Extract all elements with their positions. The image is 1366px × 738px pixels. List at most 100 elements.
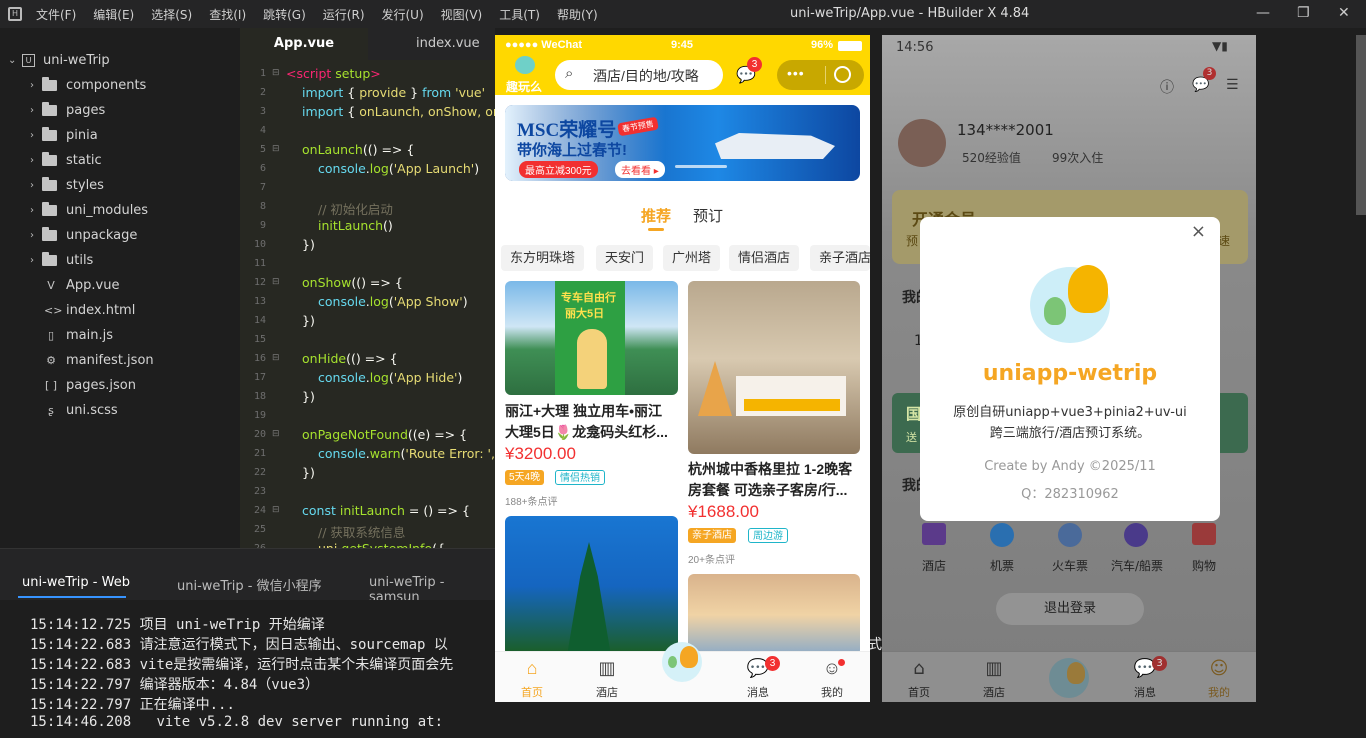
chip[interactable]: 广州塔 <box>663 245 721 271</box>
menu-edit[interactable]: 编辑(E) <box>93 6 134 23</box>
home-icon[interactable]: ⌂ <box>894 658 944 679</box>
tree-folder[interactable]: › pinia <box>30 123 98 148</box>
tree-project-root[interactable]: ⌄ U uni-weTrip <box>8 48 110 73</box>
code-editor[interactable]: 1 2 3 4 5 6 7 8 9 10 11 12 13 14 15 16 1… <box>240 60 495 550</box>
close-icon[interactable]: × <box>1191 221 1206 242</box>
tree-file[interactable]: ▯ main.js <box>44 323 113 348</box>
fold-icon[interactable]: ⊟ <box>272 429 280 439</box>
tab-mine[interactable]: 我的 <box>807 684 857 700</box>
card-title[interactable]: 杭州城中香格里拉 1-2晚客房套餐 可选亲子客房/行... <box>688 459 860 501</box>
tree-folder[interactable]: › styles <box>30 173 104 198</box>
tree-label: static <box>66 153 102 168</box>
hotel-icon[interactable]: ▥ <box>582 658 632 679</box>
center-balloon-icon[interactable] <box>1049 658 1089 698</box>
tab-message[interactable]: 消息 <box>733 684 783 700</box>
card-image-hotel[interactable] <box>688 281 860 454</box>
card-image-beach[interactable] <box>688 574 860 656</box>
tab-hotel[interactable]: 酒店 <box>969 684 1019 700</box>
fold-icon[interactable]: ⊟ <box>272 505 280 515</box>
card-title[interactable]: 丽江+大理 独立用车•丽江大理5日🌷龙龛码头红杉... <box>505 401 675 443</box>
home-icon[interactable]: ⌂ <box>507 658 557 679</box>
menu-find[interactable]: 查找(I) <box>209 6 246 23</box>
settings-icon[interactable]: ☰ <box>1226 77 1239 93</box>
seg-tab-booking[interactable]: 预订 <box>693 205 723 226</box>
battery-icon <box>838 41 862 51</box>
service-label: 酒店 <box>922 559 947 573</box>
menu-run[interactable]: 运行(R) <box>323 6 365 23</box>
menu-file[interactable]: 文件(F) <box>36 6 76 23</box>
capsule-menu[interactable]: ••• <box>777 60 864 90</box>
fold-icon[interactable]: ⊟ <box>272 353 280 363</box>
code-line: console.log('App Launch') <box>318 161 480 176</box>
avatar[interactable] <box>898 119 946 167</box>
tree-folder[interactable]: › uni_modules <box>30 198 148 223</box>
banner-title: MSC荣耀号 <box>517 120 617 141</box>
tree-folder[interactable]: › utils <box>30 248 93 273</box>
tab-message[interactable]: 消息 <box>1120 684 1170 700</box>
code-line: import { onLaunch, onShow, onHi <box>302 104 495 119</box>
card-image-lijiang[interactable]: 专车自由行 丽大5日 <box>505 281 678 395</box>
menu-publish[interactable]: 发行(U) <box>382 6 424 23</box>
promo-banner[interactable]: MSC荣耀号 春节预售 带你海上过春节! 最高立减300元 去看看 ▸ <box>505 105 860 181</box>
fold-icon[interactable]: ⊟ <box>272 68 280 78</box>
chip[interactable]: 情侣酒店 <box>729 245 800 271</box>
hotel-icon[interactable]: ▥ <box>969 658 1019 679</box>
user-icon[interactable]: ☺ <box>1194 658 1244 679</box>
user-icon[interactable]: ☺ <box>807 658 857 679</box>
line-number: 3 <box>259 106 266 117</box>
console-tab-web[interactable]: uni-weTrip - Web <box>22 575 130 590</box>
tab-mine[interactable]: 我的 <box>1194 684 1244 700</box>
active-tab-indicator <box>18 596 126 598</box>
scrollbar[interactable] <box>1356 35 1366 215</box>
code-line: }) <box>302 237 315 252</box>
restore-icon[interactable]: ❐ <box>1297 5 1310 21</box>
chip[interactable]: 亲子酒店 <box>810 245 870 271</box>
search-placeholder: 酒店/目的地/攻略 <box>593 68 699 84</box>
tree-file[interactable]: [ ] pages.json <box>44 373 136 398</box>
close-icon[interactable]: ✕ <box>1338 5 1350 21</box>
menu-tools[interactable]: 工具(T) <box>499 6 540 23</box>
bus-service-icon[interactable] <box>1124 523 1148 547</box>
more-icon[interactable]: ••• <box>787 65 805 81</box>
tree-file[interactable]: ⚙ manifest.json <box>44 348 154 373</box>
search-box[interactable]: ⌕ 酒店/目的地/攻略 <box>555 60 723 90</box>
tab-hotel[interactable]: 酒店 <box>582 684 632 700</box>
shopping-service-icon[interactable] <box>1192 523 1216 545</box>
fold-icon[interactable]: ⊟ <box>272 144 280 154</box>
chip[interactable]: 东方明珠塔 <box>501 245 585 271</box>
menu-goto[interactable]: 跳转(G) <box>263 6 306 23</box>
tree-file[interactable]: V App.vue <box>44 273 119 298</box>
log-time: 15:14:22.797 <box>30 677 132 693</box>
logout-button[interactable]: 退出登录 <box>996 593 1144 625</box>
flight-service-icon[interactable] <box>990 523 1014 547</box>
tree-label: main.js <box>66 328 113 343</box>
train-service-icon[interactable] <box>1058 523 1082 547</box>
card-image-tower[interactable] <box>505 516 678 656</box>
tab-home[interactable]: 首页 <box>894 684 944 700</box>
tree-folder[interactable]: › static <box>30 148 102 173</box>
banner-cta[interactable]: 去看看 ▸ <box>615 161 665 178</box>
tree-folder[interactable]: › pages <box>30 98 105 123</box>
tree-folder[interactable]: › components <box>30 73 146 98</box>
menu-help[interactable]: 帮助(Y) <box>557 6 598 23</box>
minimize-icon[interactable]: — <box>1256 5 1270 21</box>
seg-tab-recommend[interactable]: 推荐 <box>641 205 671 226</box>
fold-icon[interactable]: ⊟ <box>272 277 280 287</box>
tab-home[interactable]: 首页 <box>507 684 557 700</box>
hotel-service-icon[interactable] <box>922 523 946 545</box>
tree-folder[interactable]: › unpackage <box>30 223 137 248</box>
folder-icon <box>42 102 57 116</box>
console-tab-wechat[interactable]: uni-weTrip - 微信小程序 <box>177 575 322 594</box>
menu-view[interactable]: 视图(V) <box>441 6 483 23</box>
info-icon[interactable]: ⓘ <box>1160 77 1174 97</box>
center-balloon-icon[interactable] <box>662 642 702 682</box>
close-mini-program-icon[interactable] <box>834 66 851 83</box>
tab-index-vue[interactable]: index.vue <box>416 28 480 60</box>
tree-file[interactable]: ʂ uni.scss <box>44 398 118 423</box>
tree-file[interactable]: <> index.html <box>44 298 135 323</box>
menu-select[interactable]: 选择(S) <box>151 6 192 23</box>
tab-app-vue[interactable]: App.vue <box>240 28 368 60</box>
phone-preview[interactable]: ●●●●● WeChat 9:45 96% 趣玩么 ⌕ 酒店/目的地/攻略 💬 … <box>495 35 870 702</box>
folder-icon <box>42 77 57 91</box>
chip[interactable]: 天安门 <box>596 245 654 271</box>
